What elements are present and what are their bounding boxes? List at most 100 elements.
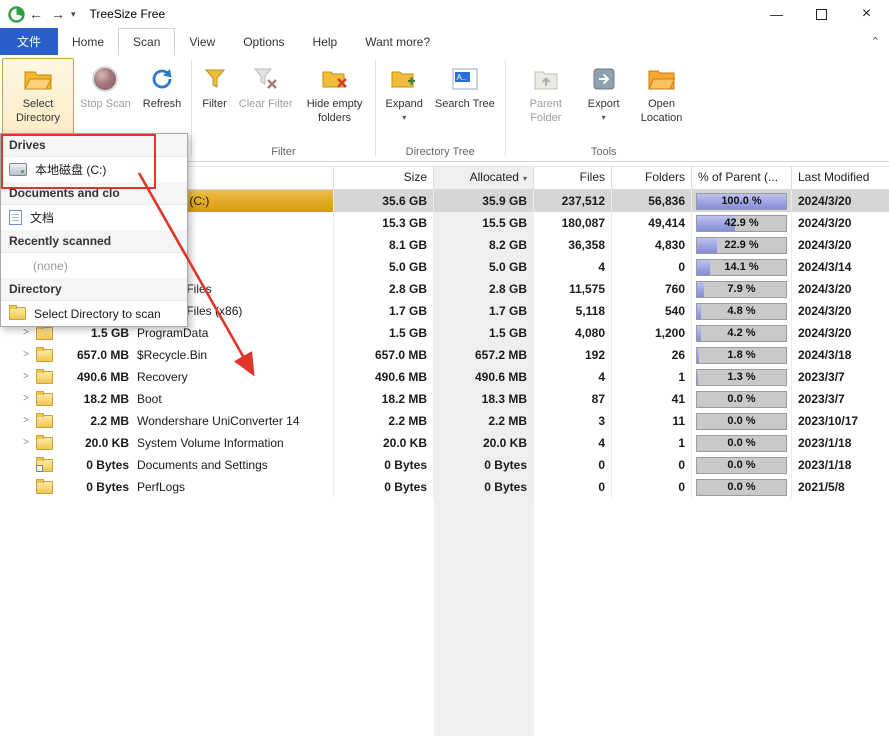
folders-cell: 1,200 [612, 322, 692, 344]
back-icon[interactable]: ← [25, 6, 47, 22]
table-row[interactable]: > 18.2 MB Boot 18.2 MB 18.3 MB 87 41 0.0… [0, 388, 889, 410]
clear-filter-button[interactable]: Clear Filter [233, 58, 299, 145]
tab-file[interactable]: 文件 [0, 28, 58, 55]
menu-item-label: 文档 [30, 209, 54, 226]
modified-cell: 2024/3/20 [792, 300, 889, 322]
expand-dropdown-icon: ▾ [402, 113, 406, 123]
menu-item[interactable]: (none) [1, 253, 187, 278]
size-cell: 2.8 GB [334, 278, 434, 300]
table-row[interactable]: 0 Bytes Documents and Settings 0 Bytes 0… [0, 454, 889, 476]
expand-chevron-icon[interactable]: > [20, 344, 32, 366]
parent-folder-button[interactable]: Parent Folder [510, 58, 582, 145]
expand-chevron-icon[interactable]: > [20, 432, 32, 454]
folders-cell: 1 [612, 432, 692, 454]
table-row[interactable]: > 657.0 MB $Recycle.Bin 657.0 MB 657.2 M… [0, 344, 889, 366]
modified-cell: 2024/3/20 [792, 278, 889, 300]
table-row[interactable]: 0 Bytes PerfLogs 0 Bytes 0 Bytes 0 0 0.0… [0, 476, 889, 498]
size-cell: 5.0 GB [334, 256, 434, 278]
size-cell: 18.2 MB [334, 388, 434, 410]
tab-scan[interactable]: Scan [118, 28, 175, 56]
tree-cell: > 20.0 KB System Volume Information [0, 432, 334, 454]
folder-icon [36, 327, 53, 340]
menu-item[interactable]: Select Directory to scan [1, 301, 187, 326]
percent-cell: 0.0 % [692, 432, 792, 454]
files-cell: 36,358 [534, 234, 612, 256]
menu-section-header: Drives [1, 134, 187, 157]
percent-bar: 0.0 % [696, 457, 787, 474]
maximize-button[interactable] [799, 0, 844, 28]
ribbon-separator [505, 60, 506, 156]
select-directory-button[interactable]: Select Directory [2, 58, 74, 145]
group-label-directory-tree: Directory Tree [380, 145, 501, 161]
folders-cell: 0 [612, 476, 692, 498]
size-cell: 490.6 MB [334, 366, 434, 388]
modified-cell: 2023/3/7 [792, 366, 889, 388]
table-row[interactable]: > 490.6 MB Recovery 490.6 MB 490.6 MB 4 … [0, 366, 889, 388]
menu-section-header: Recently scanned [1, 230, 187, 253]
folder-icon [36, 349, 53, 362]
export-button[interactable]: Export ▾ [582, 58, 626, 145]
percent-bar: 0.0 % [696, 391, 787, 408]
tab-help[interactable]: Help [299, 28, 352, 55]
modified-cell: 2024/3/20 [792, 234, 889, 256]
size-cell: 20.0 KB [334, 432, 434, 454]
files-cell: 3 [534, 410, 612, 432]
select-directory-folder-icon [24, 63, 52, 95]
forward-icon[interactable]: → [47, 6, 69, 22]
search-tree-label: Search Tree [435, 98, 495, 112]
hide-empty-folders-button[interactable]: Hide empty folders [299, 58, 371, 145]
tab-options[interactable]: Options [229, 28, 298, 55]
allocated-cell: 0 Bytes [434, 454, 534, 476]
menu-item[interactable]: 文档 [1, 205, 187, 230]
allocated-cell: 15.5 GB [434, 212, 534, 234]
modified-column-header[interactable]: Last Modified [792, 167, 889, 189]
table-row[interactable]: > 2.2 MB Wondershare UniConverter 14 2.2… [0, 410, 889, 432]
treesize-logo-icon [8, 6, 25, 23]
nav-dropdown-icon[interactable]: ▾ [71, 9, 76, 20]
modified-cell: 2024/3/20 [792, 190, 889, 212]
collapse-ribbon-icon[interactable]: ⌃ [871, 35, 880, 48]
menu-item-label: 本地磁盘 (C:) [35, 161, 106, 178]
close-button[interactable]: × [844, 0, 889, 28]
folders-column-header[interactable]: Folders [612, 167, 692, 189]
menu-item[interactable]: 本地磁盘 (C:) [1, 157, 187, 182]
allocated-dropdown-icon[interactable]: ▾ [523, 174, 527, 183]
open-location-button[interactable]: Open Location [626, 58, 698, 145]
export-dropdown-icon: ▾ [602, 113, 606, 123]
parent-folder-label: Parent Folder [516, 98, 576, 126]
files-cell: 237,512 [534, 190, 612, 212]
search-tree-button[interactable]: A.. Search Tree [429, 58, 501, 145]
tree-size: 20.0 KB [57, 432, 129, 454]
filter-label: Filter [202, 98, 226, 112]
table-row[interactable]: > 20.0 KB System Volume Information 20.0… [0, 432, 889, 454]
clear-filter-icon [254, 63, 278, 95]
modified-cell: 2024/3/20 [792, 322, 889, 344]
expand-chevron-icon[interactable]: > [20, 410, 32, 432]
size-column-header[interactable]: Size [334, 167, 434, 189]
filter-icon [204, 63, 226, 95]
menu-item-label: Select Directory to scan [34, 307, 161, 321]
refresh-button[interactable]: Refresh [137, 58, 188, 145]
svg-text:A..: A.. [456, 73, 466, 82]
files-column-header[interactable]: Files [534, 167, 612, 189]
expand-chevron-icon[interactable]: > [20, 366, 32, 388]
tree-cell: > 490.6 MB Recovery [0, 366, 334, 388]
minimize-button[interactable]: — [754, 0, 799, 28]
percent-cell: 4.2 % [692, 322, 792, 344]
tab-home[interactable]: Home [58, 28, 118, 55]
allocated-cell: 8.2 GB [434, 234, 534, 256]
tab-want-more[interactable]: Want more? [351, 28, 444, 55]
percent-column-header[interactable]: % of Parent (... [692, 167, 792, 189]
expand-button[interactable]: Expand ▾ [380, 58, 429, 145]
stop-scan-button[interactable]: Stop Scan [74, 58, 137, 145]
ribbon-tab-bar: 文件 Home Scan View Options Help Want more… [0, 28, 889, 56]
filter-button[interactable]: Filter [196, 58, 232, 145]
percent-bar: 0.0 % [696, 479, 787, 496]
files-cell: 180,087 [534, 212, 612, 234]
allocated-column-header[interactable]: Allocated▾ [434, 167, 534, 189]
expand-chevron-icon[interactable]: > [20, 388, 32, 410]
folders-cell: 11 [612, 410, 692, 432]
percent-bar: 1.3 % [696, 369, 787, 386]
files-cell: 4,080 [534, 322, 612, 344]
tab-view[interactable]: View [175, 28, 229, 55]
